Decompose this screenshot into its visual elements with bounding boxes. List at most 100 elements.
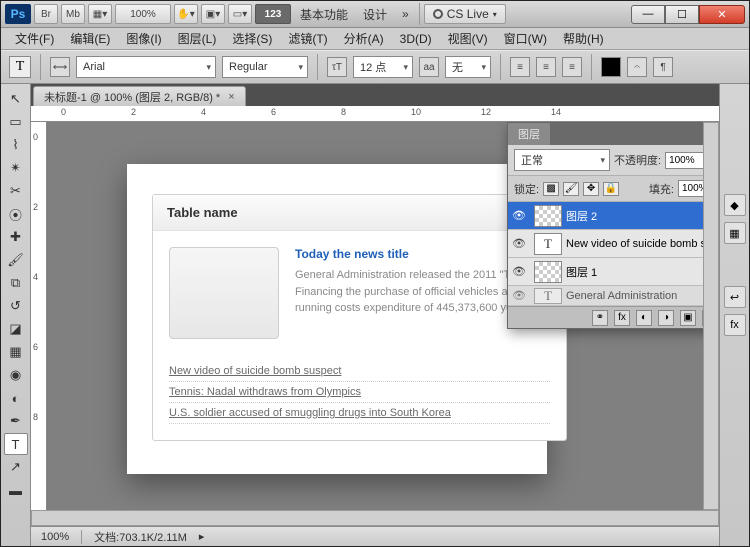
hand-button[interactable]: ✋▾: [174, 4, 198, 24]
visibility-icon[interactable]: 👁: [508, 289, 530, 302]
layer-name[interactable]: 图层 1: [566, 264, 703, 280]
lasso-tool[interactable]: ⌇: [4, 134, 28, 156]
layer-thumbnail[interactable]: T: [534, 288, 562, 304]
view-extras-button[interactable]: ▦▾: [88, 4, 112, 24]
lock-position-button[interactable]: ✥: [583, 182, 599, 196]
close-tab-icon[interactable]: ×: [228, 91, 234, 103]
crop-tool[interactable]: ✂: [4, 180, 28, 202]
move-tool[interactable]: ↖: [4, 88, 28, 110]
num-indicator[interactable]: 123: [255, 4, 291, 24]
workspace-design[interactable]: 设计: [357, 6, 393, 23]
layer-name[interactable]: 图层 2: [566, 208, 703, 224]
opacity-field[interactable]: 100%: [665, 152, 703, 169]
eyedropper-tool[interactable]: ⦿: [4, 203, 28, 225]
align-right-button[interactable]: ≡: [562, 57, 582, 77]
font-weight-dropdown[interactable]: Regular: [222, 56, 308, 78]
pen-tool[interactable]: ✒: [4, 410, 28, 432]
align-center-button[interactable]: ≡: [536, 57, 556, 77]
scrollbar-horizontal[interactable]: [31, 510, 719, 526]
brush-tool[interactable]: 🖌: [4, 249, 28, 271]
layer-mask-button[interactable]: ◐: [636, 310, 652, 326]
warp-text-button[interactable]: 𝄐: [627, 57, 647, 77]
screenmode-button[interactable]: ▭▾: [228, 4, 252, 24]
workspace-more[interactable]: »: [396, 7, 415, 21]
layer-thumbnail[interactable]: [534, 205, 562, 227]
layer-row[interactable]: 👁 图层 1 fx ▾: [508, 258, 703, 286]
layers-panel[interactable]: 图层 ▸▸ ▾≡ 正常 不透明度: 100% ▸ 锁定: ▩ 🖌: [507, 122, 703, 329]
lock-all-button[interactable]: 🔒: [603, 182, 619, 196]
cslive-button[interactable]: CS Live▾: [424, 4, 506, 24]
antialias-dropdown[interactable]: 无: [445, 56, 491, 78]
maximize-button[interactable]: ☐: [665, 5, 699, 24]
blur-tool[interactable]: ◉: [4, 364, 28, 386]
workspace-basic[interactable]: 基本功能: [294, 6, 354, 23]
canvas[interactable]: Table name Today the news title General …: [47, 122, 703, 510]
path-tool[interactable]: ↗: [4, 456, 28, 478]
close-button[interactable]: ✕: [699, 5, 745, 24]
visibility-icon[interactable]: 👁: [508, 237, 530, 250]
align-left-button[interactable]: ≡: [510, 57, 530, 77]
scrollbar-vertical[interactable]: [703, 122, 719, 510]
status-flyout-icon[interactable]: ▸: [199, 530, 205, 543]
layer-row[interactable]: 👁 图层 2: [508, 202, 703, 230]
zoom-dropdown[interactable]: 100%: [115, 4, 171, 24]
text-color-swatch[interactable]: [601, 57, 621, 77]
text-orientation-button[interactable]: ⟷: [50, 57, 70, 77]
app-logo[interactable]: Ps: [5, 4, 31, 24]
font-size-dropdown[interactable]: 12 点: [353, 56, 413, 78]
layers-panel-tab[interactable]: 图层: [508, 123, 550, 145]
visibility-icon[interactable]: 👁: [508, 209, 530, 222]
healing-tool[interactable]: ✚: [4, 226, 28, 248]
marquee-tool[interactable]: ▭: [4, 111, 28, 133]
lock-pixels-button[interactable]: 🖌: [563, 182, 579, 196]
menu-select[interactable]: 选择(S): [224, 30, 280, 47]
menu-filter[interactable]: 滤镜(T): [280, 30, 335, 47]
menu-view[interactable]: 视图(V): [440, 30, 496, 47]
menu-help[interactable]: 帮助(H): [555, 30, 612, 47]
document-tab[interactable]: 未标题-1 @ 100% (图层 2, RGB/8) * ×: [33, 86, 246, 106]
layer-style-button[interactable]: fx: [614, 310, 630, 326]
menu-window[interactable]: 窗口(W): [496, 30, 555, 47]
type-tool[interactable]: T: [4, 433, 28, 455]
stamp-tool[interactable]: ⧉: [4, 272, 28, 294]
layer-thumbnail[interactable]: [534, 261, 562, 283]
character-panel-icon[interactable]: fx: [724, 314, 746, 336]
menu-file[interactable]: 文件(F): [7, 30, 62, 47]
current-tool-icon[interactable]: T: [9, 56, 31, 78]
eraser-tool[interactable]: ◪: [4, 318, 28, 340]
history-brush-tool[interactable]: ↺: [4, 295, 28, 317]
layer-thumbnail[interactable]: T: [534, 233, 562, 255]
menu-edit[interactable]: 编辑(E): [62, 30, 118, 47]
swatches-panel-icon[interactable]: ▦: [724, 222, 746, 244]
layer-row[interactable]: 👁 T New video of suicide bomb s...: [508, 230, 703, 258]
fill-field[interactable]: 100%: [678, 180, 703, 197]
minibridge-button[interactable]: Mb: [61, 4, 85, 24]
gradient-tool[interactable]: ▦: [4, 341, 28, 363]
visibility-icon[interactable]: 👁: [508, 265, 530, 278]
wand-tool[interactable]: ✴: [4, 157, 28, 179]
layer-row[interactable]: 👁 T General Administration: [508, 286, 703, 306]
layer-name[interactable]: New video of suicide bomb s...: [566, 238, 703, 250]
blend-mode-dropdown[interactable]: 正常: [514, 149, 610, 171]
history-panel-icon[interactable]: ↩: [724, 286, 746, 308]
minimize-button[interactable]: —: [631, 5, 665, 24]
dodge-tool[interactable]: ◐: [4, 387, 28, 409]
character-panel-button[interactable]: ¶: [653, 57, 673, 77]
menu-image[interactable]: 图像(I): [118, 30, 169, 47]
menu-layer[interactable]: 图层(L): [170, 30, 225, 47]
arrange-button[interactable]: ▣▾: [201, 4, 225, 24]
menu-analysis[interactable]: 分析(A): [336, 30, 392, 47]
ruler-horizontal[interactable]: 02468101214: [31, 106, 719, 122]
lock-transparent-button[interactable]: ▩: [543, 182, 559, 196]
adjustment-layer-button[interactable]: ◑: [658, 310, 674, 326]
new-layer-button[interactable]: ▦: [702, 310, 703, 326]
bridge-button[interactable]: Br: [34, 4, 58, 24]
link-layers-button[interactable]: ⚭: [592, 310, 608, 326]
font-family-dropdown[interactable]: Arial: [76, 56, 216, 78]
menu-3d[interactable]: 3D(D): [392, 32, 440, 46]
color-panel-icon[interactable]: ◆: [724, 194, 746, 216]
ruler-vertical[interactable]: 02468: [31, 122, 47, 510]
group-button[interactable]: ▣: [680, 310, 696, 326]
shape-tool[interactable]: ▬: [4, 479, 28, 501]
status-zoom[interactable]: 100%: [41, 531, 69, 543]
